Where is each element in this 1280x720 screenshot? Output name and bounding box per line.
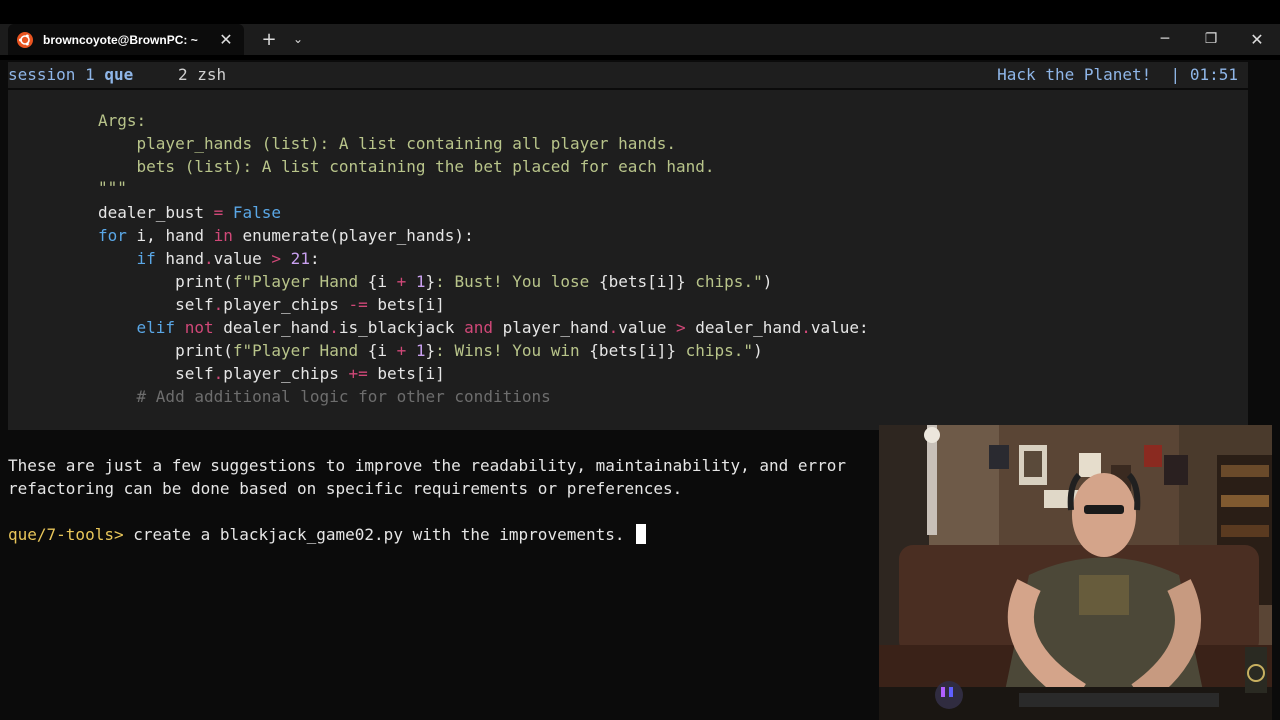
code-token: 21 <box>281 249 310 268</box>
code-token: value <box>213 249 272 268</box>
code-token: dealer_hand <box>685 318 802 337</box>
output-text-line: refactoring can be done based on specifi… <box>8 479 683 498</box>
code-token: : Wins! You win <box>435 341 590 360</box>
code-token: self <box>98 364 214 383</box>
code-line: """ <box>98 178 127 197</box>
code-token: player_hand <box>492 318 609 337</box>
code-line: self.player_chips -= bets[i] <box>98 293 445 316</box>
code-token: print( <box>98 272 233 291</box>
code-token: dealer_bust <box>98 203 214 222</box>
code-token: -= <box>348 295 368 314</box>
code-line: if hand.value > 21: <box>98 247 320 270</box>
code-token: . <box>213 364 224 383</box>
code-token: } <box>425 272 436 291</box>
code-line: self.player_chips += bets[i] <box>98 362 445 385</box>
code-token: {bets[i]} <box>598 272 686 291</box>
code-line: print(f"Player Hand {i + 1}: Bust! You l… <box>98 270 772 293</box>
code-token: print( <box>98 341 233 360</box>
code-token: if <box>98 249 156 268</box>
ubuntu-icon <box>17 32 33 48</box>
tmux-window-2[interactable]: 2 zsh <box>178 62 226 88</box>
tmux-right-status: Hack the Planet! | 01:51 <box>997 62 1238 88</box>
code-token: ) <box>762 272 773 291</box>
code-token: + <box>396 272 407 291</box>
close-button[interactable]: ✕ <box>1242 28 1272 50</box>
tmux-session: session 1 que <box>8 62 133 88</box>
code-token: enumerate(player_hands): <box>232 226 474 245</box>
code-token: value: <box>810 318 869 337</box>
code-token: = <box>213 203 224 222</box>
code-token: : <box>309 249 320 268</box>
shell-prompt: que/7-tools> <box>8 525 124 544</box>
code-token: > <box>676 318 686 337</box>
status-clock: 01:51 <box>1189 65 1238 84</box>
code-token: f"Player Hand <box>232 341 368 360</box>
code-token: and <box>464 318 493 337</box>
code-line: elif not dealer_hand.is_blackjack and pl… <box>98 316 869 339</box>
output-text-line: These are just a few suggestions to impr… <box>8 456 847 475</box>
tab-close-icon[interactable]: ✕ <box>216 30 236 49</box>
code-line: bets (list): A list containing the bet p… <box>98 157 715 176</box>
code-token: self <box>98 295 214 314</box>
code-comment: # Add additional logic for other conditi… <box>98 387 551 406</box>
code-token: i, hand <box>126 226 214 245</box>
code-token: bets[i] <box>367 295 445 314</box>
code-token: . <box>213 295 224 314</box>
code-line: Args: <box>98 111 147 130</box>
code-token: . <box>203 249 214 268</box>
code-token: chips." <box>685 272 763 291</box>
code-token: not <box>175 318 214 337</box>
code-token: False <box>223 203 282 222</box>
code-line: player_hands (list): A list containing a… <box>98 134 676 153</box>
code-line: print(f"Player Hand {i + 1}: Wins! You w… <box>98 339 763 362</box>
code-token: . <box>801 318 811 337</box>
command-input[interactable]: create a blackjack_game02.py with the im… <box>124 525 635 544</box>
code-line: for i, hand in enumerate(player_hands): <box>98 224 474 247</box>
status-message: Hack the Planet! <box>997 65 1152 84</box>
code-token: + <box>396 341 407 360</box>
code-token: . <box>608 318 619 337</box>
code-token: += <box>348 364 368 383</box>
code-token: for <box>98 226 127 245</box>
text-cursor <box>636 524 647 544</box>
code-line: dealer_bust = False <box>98 201 281 224</box>
code-token: bets[i] <box>367 364 445 383</box>
code-token: in <box>213 226 233 245</box>
code-token: f"Player Hand <box>232 272 368 291</box>
session-name: que <box>104 65 134 84</box>
code-token: {bets[i]} <box>589 341 676 360</box>
code-token: } <box>425 341 436 360</box>
code-token: chips." <box>676 341 754 360</box>
code-token: 1 <box>406 272 426 291</box>
code-token: : Bust! You lose <box>435 272 599 291</box>
code-token: . <box>329 318 339 337</box>
new-tab-button[interactable]: + <box>258 29 280 50</box>
chevron-down-icon[interactable]: ⌄ <box>289 29 307 49</box>
code-token: hand <box>155 249 204 268</box>
maximize-button[interactable]: ❐ <box>1196 28 1226 50</box>
tab-title: browncoyote@BrownPC: ~ <box>43 33 198 47</box>
session-label: session 1 <box>8 65 95 84</box>
code-token: {i <box>367 341 397 360</box>
webcam-overlay <box>879 425 1272 720</box>
code-token: elif <box>98 318 176 337</box>
minimize-button[interactable]: ─ <box>1150 28 1180 50</box>
code-token: player_chips <box>223 364 349 383</box>
command-line[interactable]: que/7-tools> create a blackjack_game02.p… <box>8 523 647 546</box>
code-token: ) <box>753 341 763 360</box>
code-token: dealer_hand <box>213 318 330 337</box>
code-token: 1 <box>406 341 426 360</box>
code-token: {i <box>367 272 397 291</box>
status-separator: | <box>1170 65 1181 84</box>
code-token: > <box>271 249 282 268</box>
code-token: value <box>618 318 676 337</box>
code-token: is_blackjack <box>338 318 465 337</box>
code-token: player_chips <box>223 295 349 314</box>
